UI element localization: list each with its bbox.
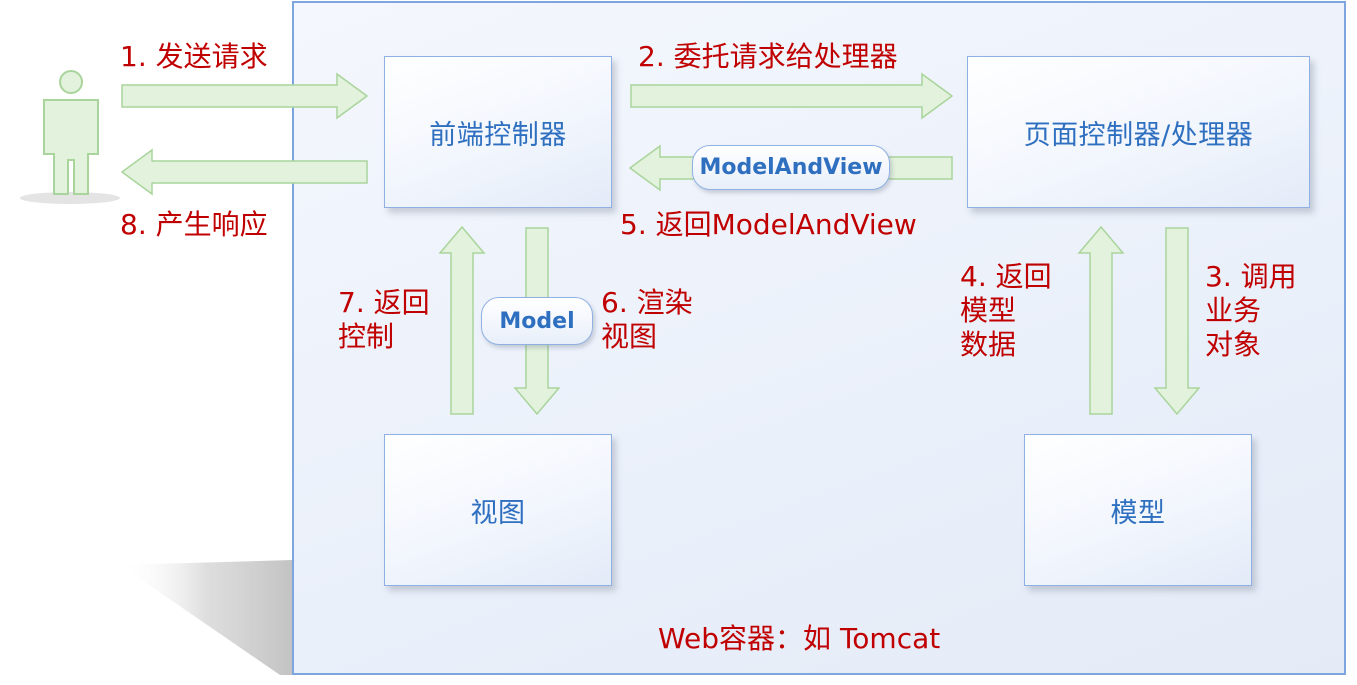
step-3-label: 3. 调用 业务 对象 [1205,260,1297,361]
container-label: Web容器：如 Tomcat [658,622,941,655]
arrow-delegate [630,72,954,120]
arrow-send-request [121,72,369,120]
step-2-label: 2. 委托请求给处理器 [638,40,898,73]
model-pill: Model [481,297,593,345]
model-and-view-pill-label: ModelAndView [699,155,883,180]
step-1-label: 1. 发送请求 [120,40,268,73]
step-8-label: 8. 产生响应 [120,208,268,241]
arrow-return-model-data [1077,225,1125,415]
model-and-view-pill: ModelAndView [692,145,890,190]
step-7-label: 7. 返回 控制 [338,286,430,353]
arrow-return-control [438,225,486,415]
arrow-invoke-business [1153,227,1201,416]
diagram-stage: 前端控制器 页面控制器/处理器 视图 模型 ModelAndView Model [0,0,1357,685]
person-icon [43,70,99,195]
model-pill-label: Model [499,308,575,334]
step-6-label: 6. 渲染 视图 [601,286,693,353]
arrow-response [120,148,368,196]
step-4-label: 4. 返回 模型 数据 [960,260,1052,361]
step-5-label: 5. 返回ModelAndView [620,208,917,241]
